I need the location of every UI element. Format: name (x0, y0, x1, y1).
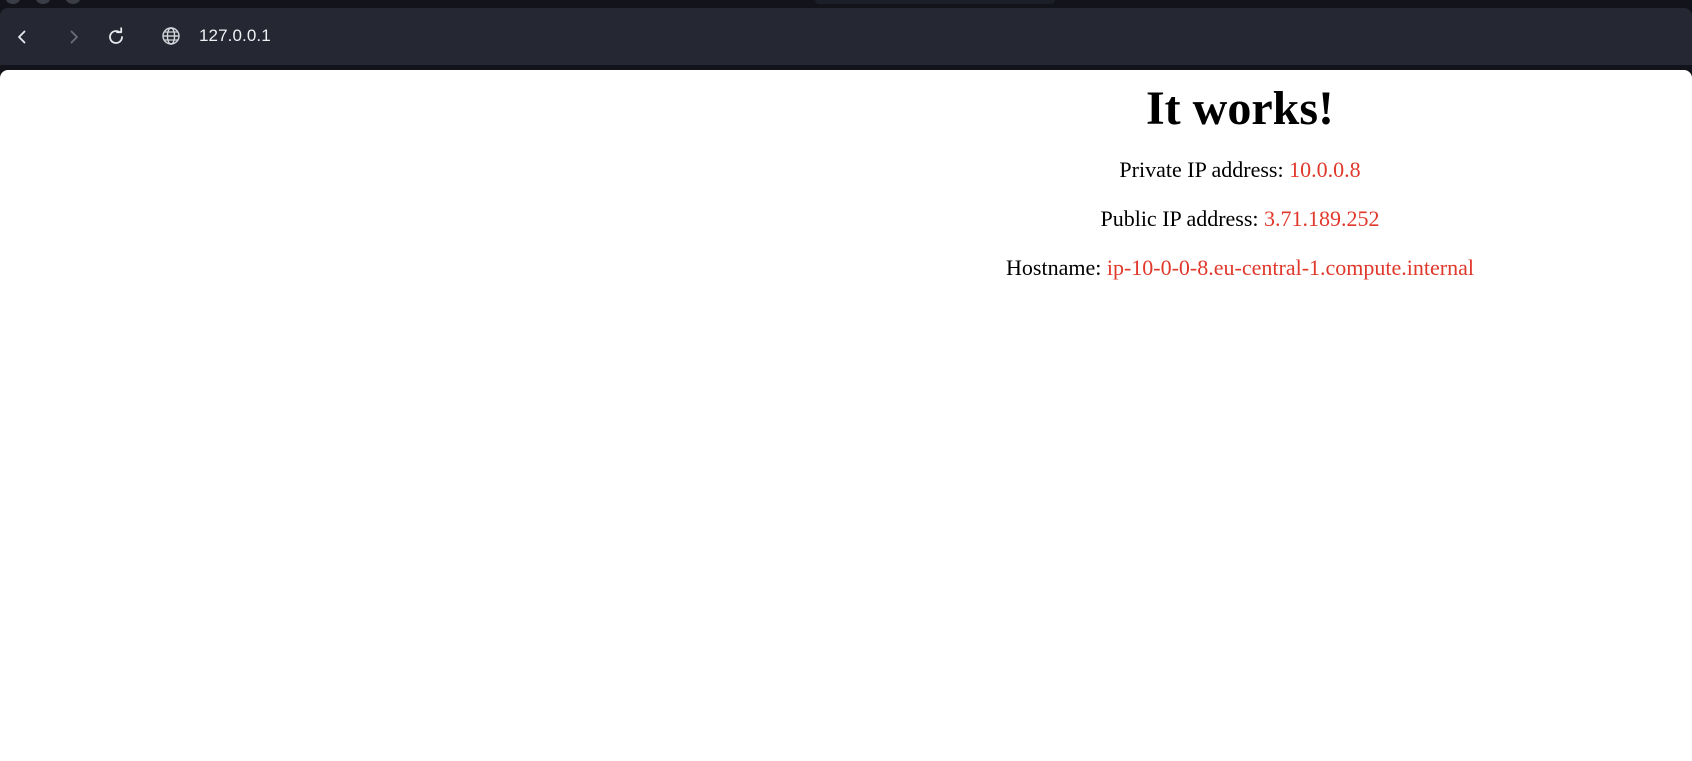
reload-icon (109, 27, 123, 44)
public-ip-line: Public IP address: 3.71.189.252 (0, 206, 1692, 232)
public-ip-label: Public IP address: (1100, 206, 1259, 231)
browser-toolbar: 127.0.0.1 (0, 8, 1692, 65)
private-ip-value: 10.0.0.8 (1289, 157, 1361, 182)
back-button[interactable] (10, 25, 34, 49)
globe-icon (162, 27, 180, 45)
chevron-right-icon (70, 30, 78, 44)
address-bar[interactable]: 127.0.0.1 (199, 24, 271, 48)
reload-button[interactable] (104, 25, 128, 49)
hostname-label: Hostname: (1006, 255, 1102, 280)
window-control-dot[interactable] (6, 0, 20, 4)
private-ip-label: Private IP address: (1119, 157, 1284, 182)
page-viewport: It works! Private IP address: 10.0.0.8 P… (0, 70, 1692, 761)
hostname-value: ip-10-0-0-8.eu-central-1.compute.interna… (1106, 255, 1474, 280)
window-control-dot[interactable] (66, 0, 80, 4)
page-content: It works! Private IP address: 10.0.0.8 P… (0, 70, 1692, 281)
window-control-dot[interactable] (36, 0, 50, 4)
chevron-left-icon (18, 30, 26, 44)
hostname-line: Hostname: ip-10-0-0-8.eu-central-1.compu… (0, 255, 1692, 281)
tab-strip (0, 0, 1692, 8)
forward-button[interactable] (62, 25, 86, 49)
page-heading: It works! (1146, 82, 1334, 135)
private-ip-line: Private IP address: 10.0.0.8 (0, 157, 1692, 183)
public-ip-value: 3.71.189.252 (1264, 206, 1380, 231)
site-info-button[interactable] (160, 25, 182, 47)
browser-tab[interactable] (815, 0, 1055, 4)
